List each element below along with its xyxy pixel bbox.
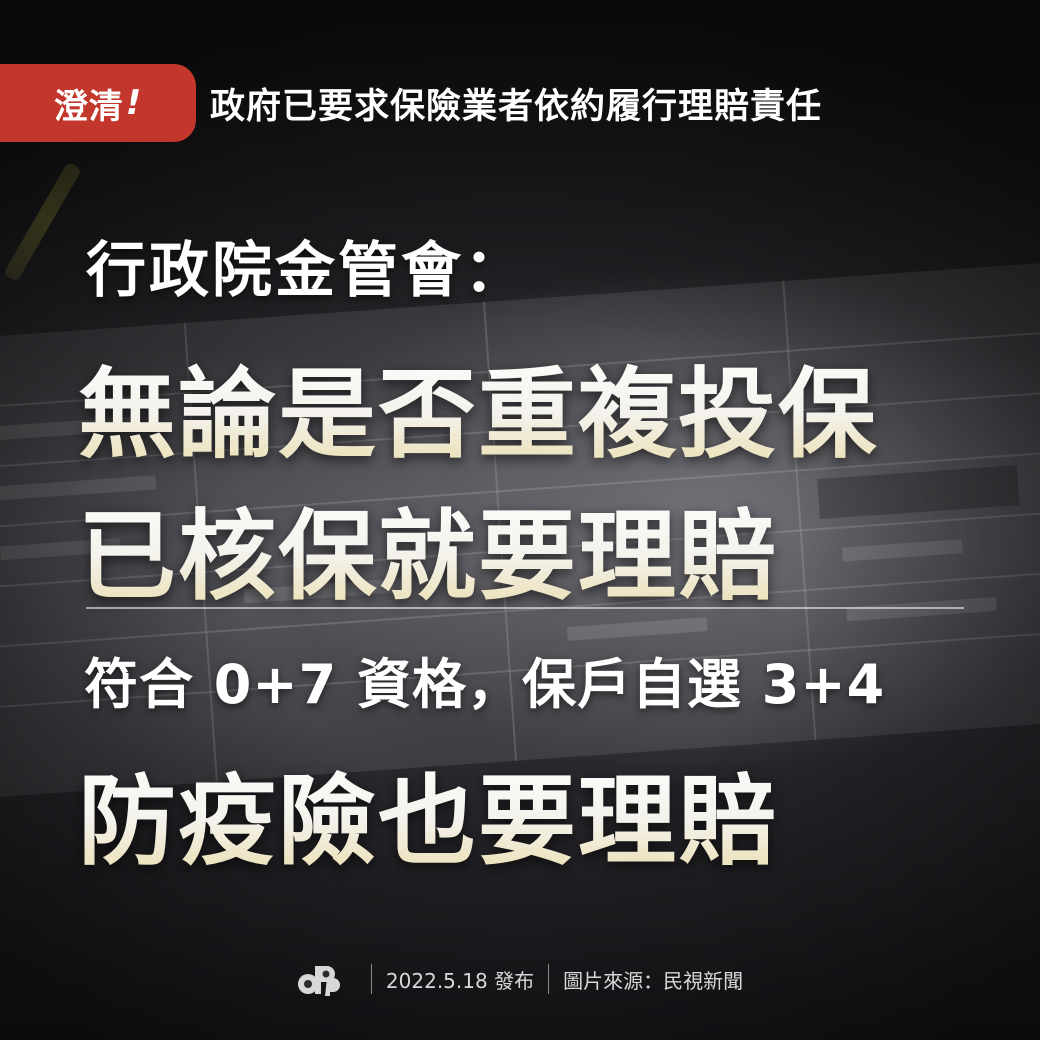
divider	[86, 607, 964, 609]
condition-line: 符合 0+7 資格，保戶自選 3+4	[84, 653, 886, 716]
clarification-tag-text: 澄清	[53, 86, 124, 127]
poster: 澄清! 政府已要求保險業者依約履行理賠責任 行政院金管會： 無論是否重複投保 已…	[0, 0, 1040, 1040]
headline: 政府已要求保險業者依約履行理賠責任	[210, 86, 823, 127]
publish-date: 2022.5.18 發布	[385, 968, 535, 993]
main-statement-line-3: 防疫險也要理賠	[78, 742, 778, 884]
main-statement-line-1: 無論是否重複投保	[78, 335, 878, 477]
dpp-logo-icon	[297, 966, 340, 996]
header-bar: 澄清! 政府已要求保險業者依約履行理賠責任	[0, 64, 1040, 142]
footer-separator	[370, 964, 372, 994]
exclamation-mark: !	[125, 83, 143, 123]
main-statement-line-2: 已核保就要理賠	[78, 477, 778, 619]
image-source: 圖片來源：民視新聞	[563, 968, 744, 993]
footer: 2022.5.18 發布 圖片來源：民視新聞	[0, 952, 1040, 1006]
agency-subhead: 行政院金管會：	[86, 236, 527, 306]
footer-separator	[548, 964, 550, 994]
clarification-tag: 澄清!	[0, 64, 196, 142]
